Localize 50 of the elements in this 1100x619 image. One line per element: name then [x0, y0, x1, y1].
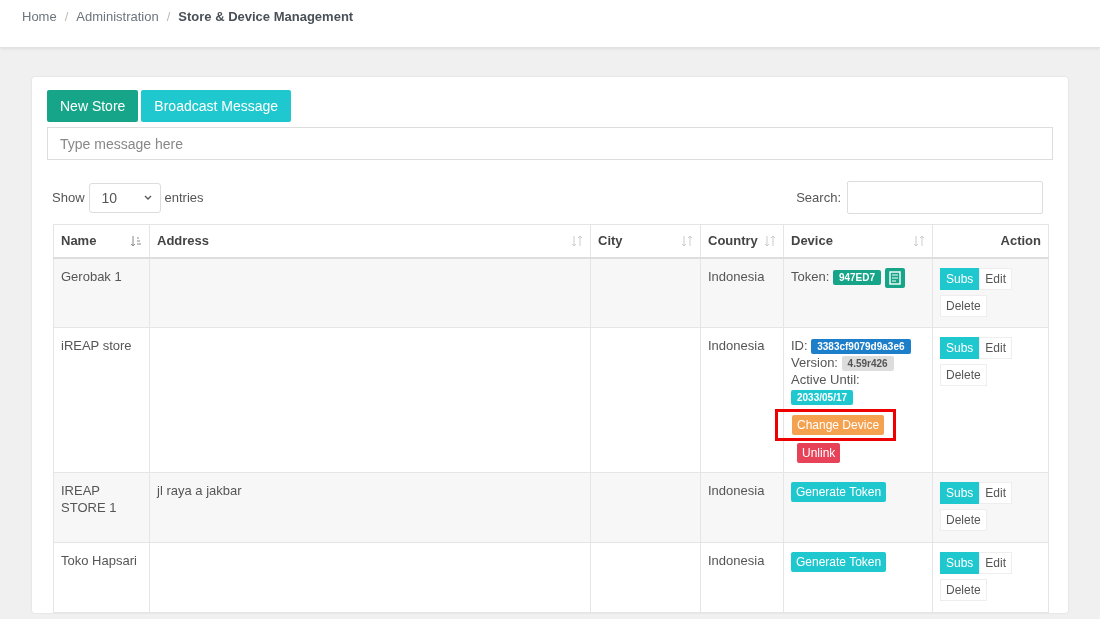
column-header[interactable]: Name: [53, 224, 150, 258]
table-cell: Indonesia: [708, 483, 765, 498]
delete-button[interactable]: Delete: [940, 509, 987, 531]
delete-button[interactable]: Delete: [940, 294, 987, 317]
table-cell: Indonesia: [708, 553, 765, 568]
active-until-label: Active Until:: [791, 372, 860, 387]
column-header[interactable]: Address: [149, 224, 591, 258]
document-icon[interactable]: [885, 267, 906, 288]
token-label: Token:: [791, 268, 831, 284]
column-header[interactable]: Device: [783, 224, 933, 258]
edit-button[interactable]: Edit: [979, 337, 1013, 359]
edit-button[interactable]: Edit: [979, 482, 1013, 504]
breadcrumb-item: Store & Device Management: [178, 9, 354, 26]
entries-select[interactable]: 10: [88, 182, 161, 213]
column-header[interactable]: Country: [700, 224, 784, 258]
date-badge: 2033/05/17: [791, 390, 854, 405]
sort-icon[interactable]: [764, 234, 776, 247]
sort-icon[interactable]: [681, 234, 693, 247]
breadcrumb-separator: /: [64, 9, 69, 26]
message-field[interactable]: Type message here: [47, 127, 1053, 160]
caret-icon: [143, 195, 152, 200]
search-field[interactable]: [847, 181, 1043, 214]
table-cell: iREAP store: [61, 338, 132, 353]
sort-icon[interactable]: [913, 234, 925, 247]
delete-button[interactable]: Delete: [940, 364, 987, 386]
delete-button[interactable]: Delete: [940, 579, 987, 601]
edit-button[interactable]: Edit: [979, 267, 1013, 290]
version-label: Version:: [791, 355, 839, 370]
breadcrumb-item[interactable]: Home: [22, 9, 57, 47]
unlink-button[interactable]: Unlink: [797, 443, 841, 463]
column-header[interactable]: City: [590, 224, 701, 258]
show-label: Show: [52, 190, 85, 205]
table-cell: IREAP STORE 1: [61, 483, 117, 515]
entries-label: entries: [164, 190, 204, 205]
sort-ascending-icon[interactable]: [130, 234, 142, 247]
table-cell: Indonesia: [708, 268, 765, 284]
table-cell: jl raya a jakbar: [157, 483, 242, 498]
table-cell: Gerobak 1: [61, 268, 122, 284]
id-label: ID:: [791, 338, 809, 353]
column-header[interactable]: Action: [932, 224, 1049, 258]
device-id-badge: 3383cf9079d9a3e6: [811, 339, 911, 354]
table-cell: Indonesia: [708, 338, 765, 353]
table-cell: Toko Hapsari: [61, 553, 137, 568]
version-badge: 4.59r426: [841, 356, 894, 371]
sort-icon[interactable]: [571, 234, 583, 247]
edit-button[interactable]: Edit: [979, 552, 1013, 574]
breadcrumb-separator: /: [166, 9, 171, 26]
search-label: Search:: [796, 190, 841, 205]
breadcrumb-item[interactable]: Administration: [76, 9, 159, 47]
token-badge: 947ED7: [832, 269, 882, 285]
